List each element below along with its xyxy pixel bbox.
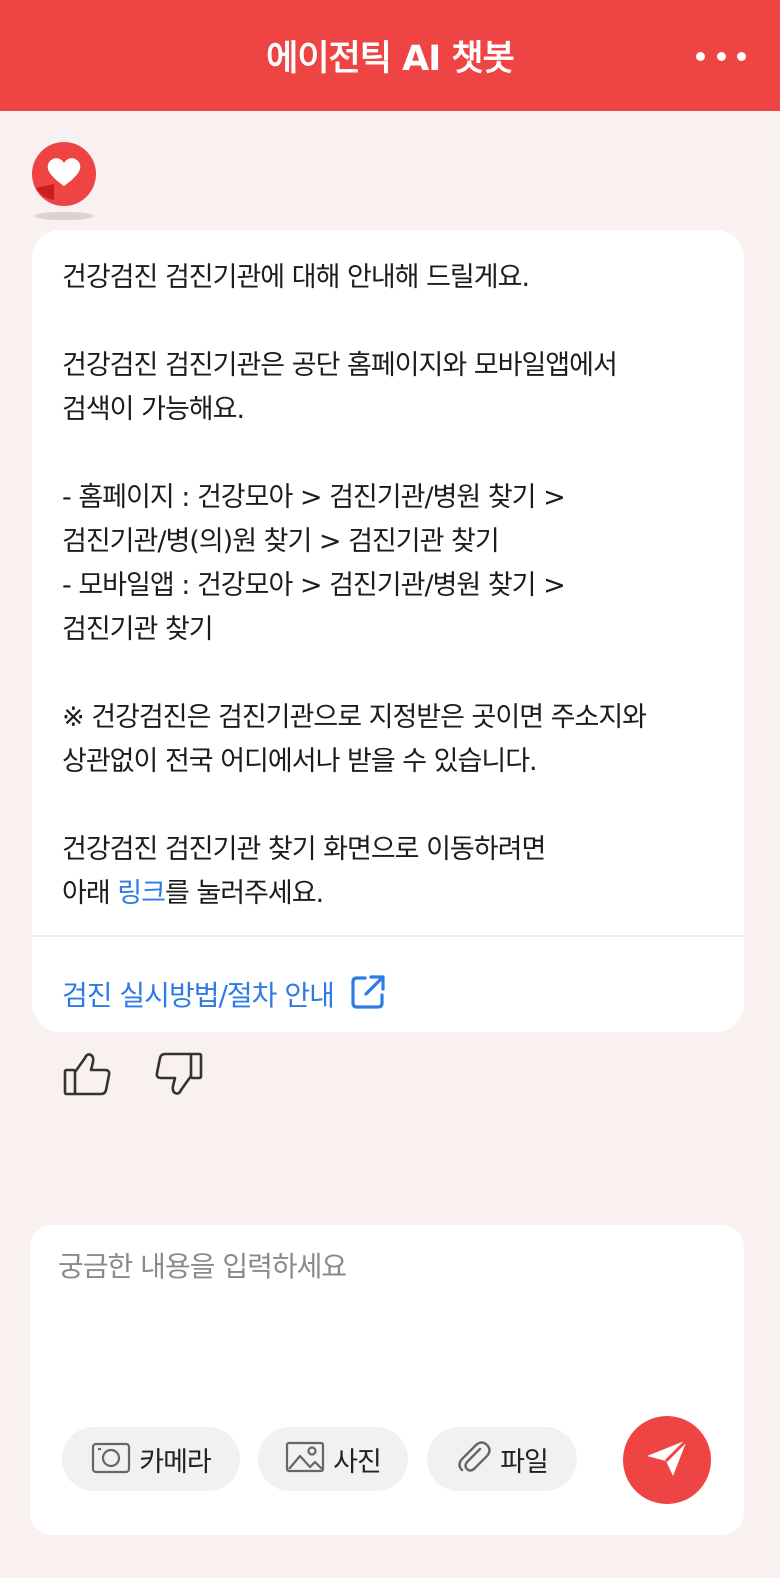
bot-message-bubble: 건강검진 검진기관에 대해 안내해 드릴게요. 건강검진 검진기관은 공단 홈페…	[32, 230, 744, 1032]
guide-link[interactable]: 검진 실시방법/절차 안내	[62, 964, 388, 1024]
thumbs-up-icon	[62, 1053, 114, 1102]
more-icon-dot-1	[696, 51, 705, 61]
camera-icon	[91, 1440, 131, 1478]
bot-message-text: 건강검진 검진기관에 대해 안내해 드릴게요. 건강검진 검진기관은 공단 홈페…	[62, 256, 722, 916]
photo-button[interactable]: 사진	[258, 1427, 408, 1491]
external-link-icon	[348, 972, 388, 1016]
text-suffix: 를 눌러주세요.	[164, 878, 324, 909]
more-icon-dot-2	[716, 51, 726, 61]
thumbs-up-button[interactable]	[62, 1050, 114, 1098]
send-icon	[643, 1434, 691, 1486]
more-menu-button[interactable]	[696, 44, 746, 68]
message-input[interactable]	[58, 1245, 718, 1385]
bot-avatar-icon	[28, 140, 100, 224]
message-line: 검진기관/병(의)원 찾기 > 검진기관 찾기	[62, 526, 500, 557]
guide-link-label: 검진 실시방법/절차 안내	[62, 979, 335, 1012]
message-line: 검색이 가능해요.	[62, 394, 245, 425]
message-line: - 홈페이지 : 건강모아 > 검진기관/병원 찾기 >	[62, 482, 566, 513]
message-line: 건강검진 검진기관에 대해 안내해 드릴게요.	[62, 262, 530, 293]
page-title: 에이전틱 AI 챗봇	[266, 39, 515, 79]
message-line: - 모바일앱 : 건강모아 > 검진기관/병원 찾기 >	[62, 570, 566, 601]
message-line: ※ 건강검진은 검진기관으로 지정받은 곳이면 주소지와	[62, 702, 647, 733]
message-line: 건강검진 검진기관 찾기 화면으로 이동하려면	[62, 834, 546, 865]
text-prefix: 아래	[62, 878, 118, 909]
divider	[32, 935, 744, 937]
photo-label: 사진	[333, 1446, 382, 1478]
thumbs-down-button[interactable]	[154, 1050, 206, 1098]
file-button[interactable]: 파일	[427, 1427, 577, 1491]
message-line: 검진기관 찾기	[62, 614, 214, 645]
thumbs-down-icon	[154, 1052, 206, 1102]
message-line-last: 아래 링크를 눌러주세요.	[62, 872, 722, 916]
inline-link[interactable]: 링크	[117, 878, 166, 909]
image-icon	[285, 1440, 325, 1478]
paperclip-icon	[456, 1439, 492, 1479]
message-line: 상관없이 전국 어디에서나 받을 수 있습니다.	[62, 746, 538, 777]
file-label: 파일	[500, 1446, 549, 1478]
send-button[interactable]	[623, 1416, 711, 1504]
app-header: 에이전틱 AI 챗봇	[0, 0, 780, 111]
message-line: 건강검진 검진기관은 공단 홈페이지와 모바일앱에서	[62, 350, 618, 381]
message-composer: 카메라 사진 파일	[30, 1225, 744, 1535]
more-icon-dot-3	[737, 51, 746, 61]
camera-button[interactable]: 카메라	[62, 1427, 240, 1491]
camera-label: 카메라	[139, 1446, 212, 1478]
